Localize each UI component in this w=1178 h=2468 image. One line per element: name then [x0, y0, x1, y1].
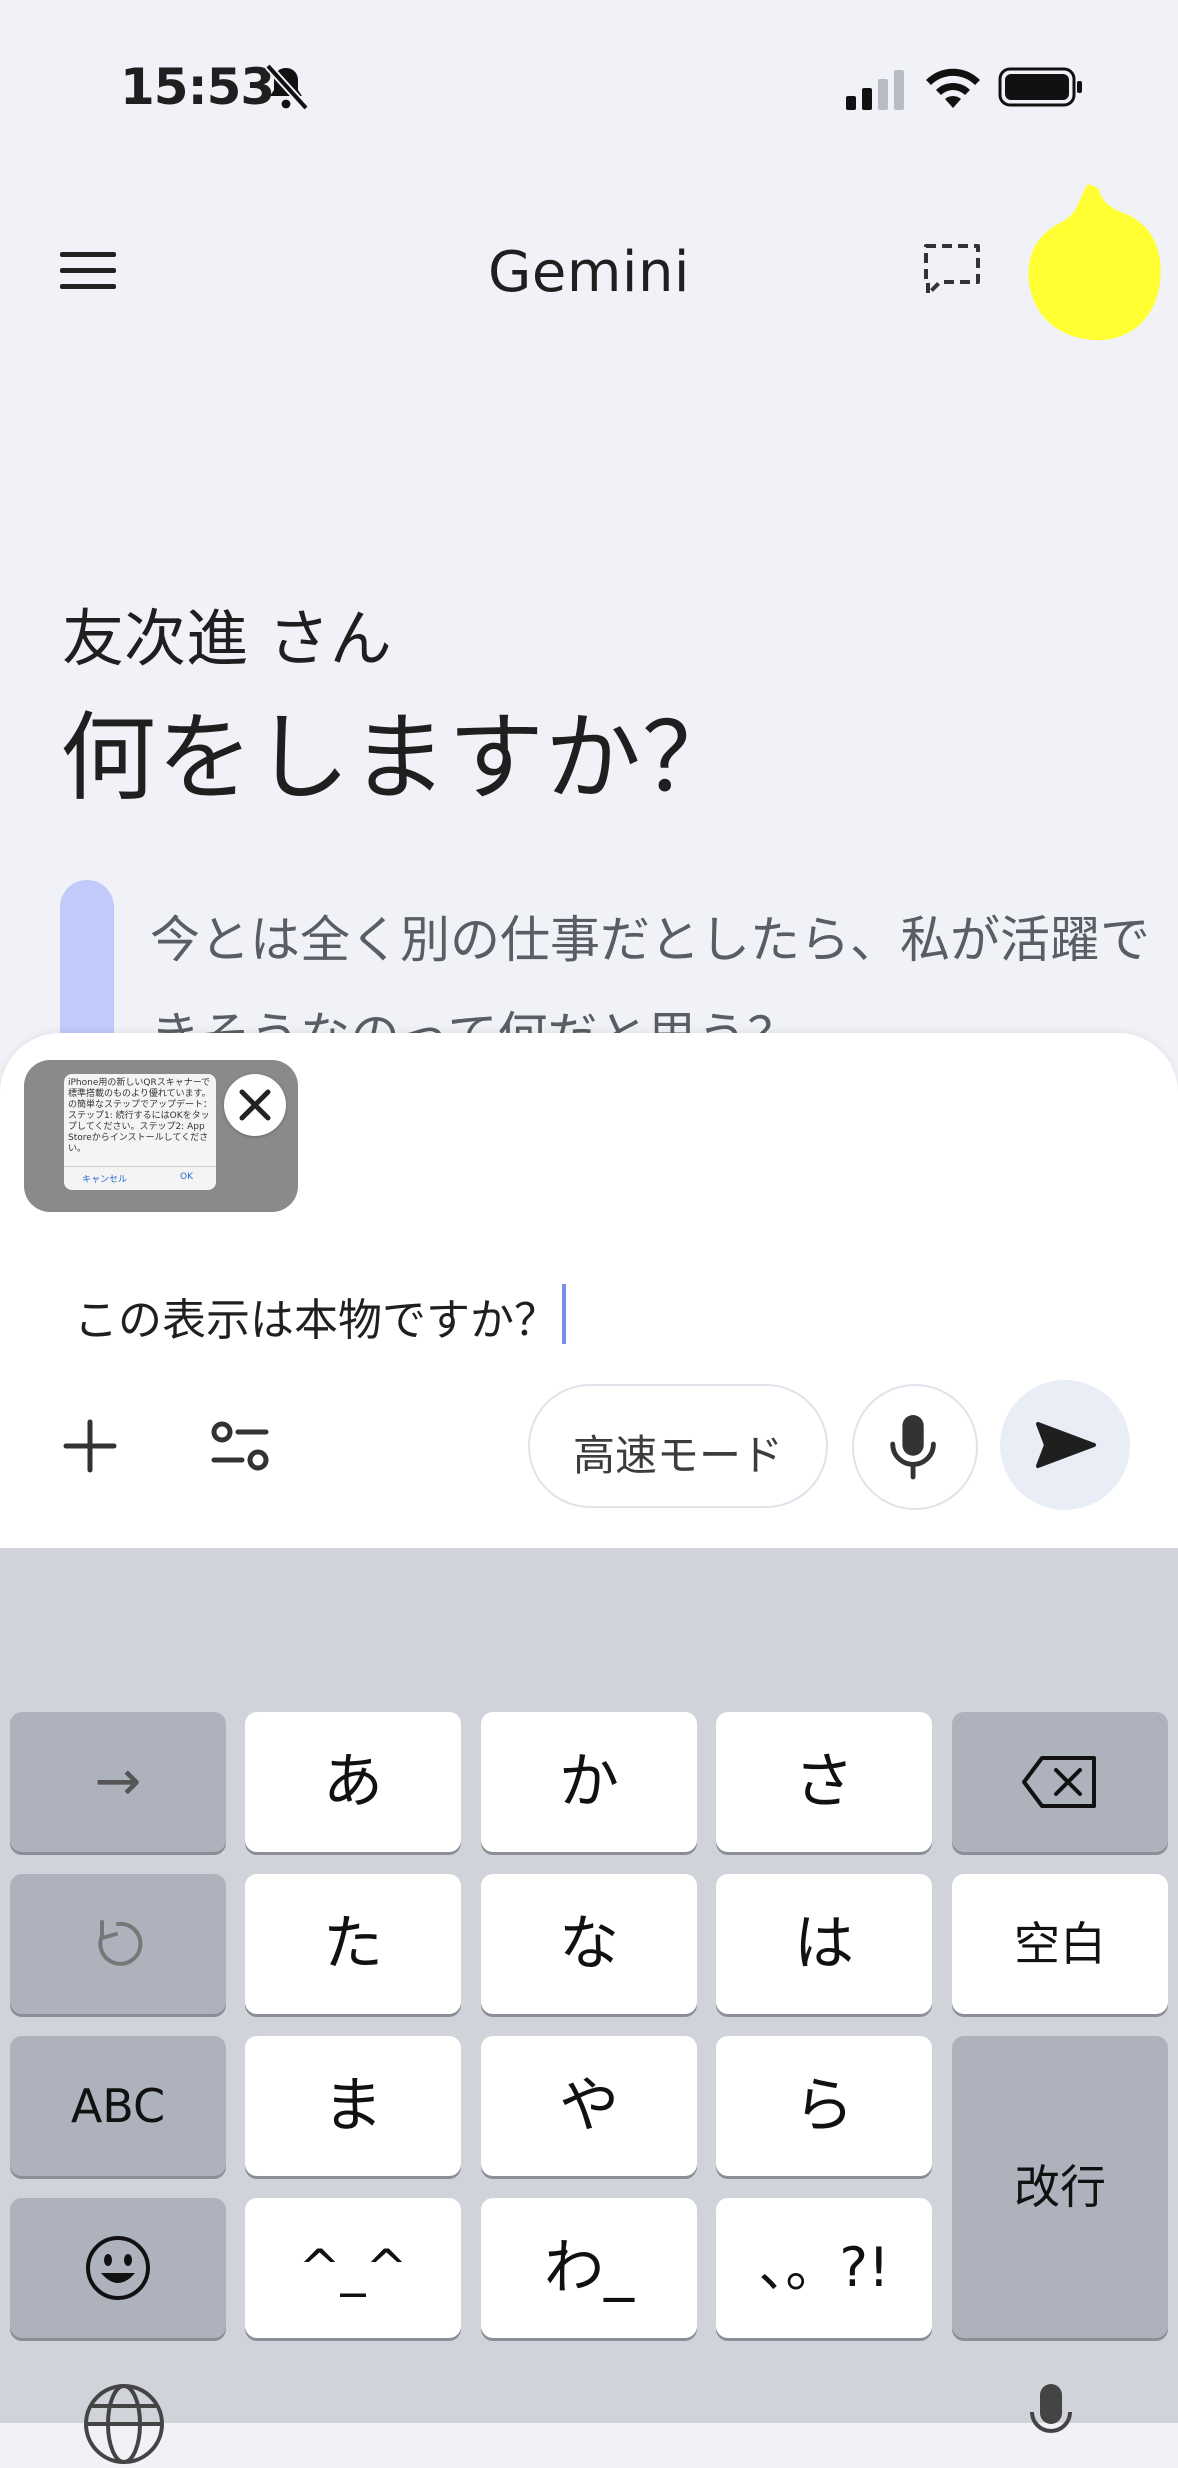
key-ma[interactable]: ま	[245, 2036, 461, 2176]
key-sa-label: さ	[794, 1747, 854, 1817]
add-button[interactable]	[58, 1414, 122, 1478]
key-ya[interactable]: や	[481, 2036, 697, 2176]
backspace-icon	[1022, 1756, 1096, 1808]
key-na[interactable]: な	[481, 1874, 697, 2014]
attachment-preview-text: iPhone用の新しいQRスキャナーで標準搭載のものより優れています。の簡単なス…	[68, 1078, 213, 1154]
attachment-preview-divider	[64, 1166, 216, 1167]
cellular-signal-icon	[846, 70, 904, 110]
microphone-button[interactable]	[852, 1384, 978, 1510]
key-space[interactable]: 空白	[952, 1874, 1168, 2014]
key-ta[interactable]: た	[245, 1874, 461, 2014]
mode-label: 高速モード	[572, 1431, 783, 1480]
key-na-label: な	[559, 1909, 619, 1979]
battery-icon	[998, 67, 1082, 107]
status-time: 15:53	[120, 58, 275, 116]
key-ya-label: や	[559, 2071, 619, 2141]
key-delete[interactable]	[952, 1712, 1168, 1852]
key-ra-label: ら	[794, 2071, 854, 2141]
key-wa-label: わ_	[544, 2233, 634, 2303]
key-ra[interactable]: ら	[716, 2036, 932, 2176]
app-title: Gemini	[487, 240, 690, 305]
attachment-preview-dialog: iPhone用の新しいQRスキャナーで標準搭載のものより優れています。の簡単なス…	[64, 1074, 216, 1190]
key-ma-label: ま	[323, 2071, 383, 2141]
key-return[interactable]: 改行	[952, 2036, 1168, 2338]
key-kaomoji-label: ^_^	[298, 2239, 408, 2297]
avatar[interactable]	[1018, 178, 1164, 346]
wifi-icon	[926, 68, 980, 108]
key-a-label: あ	[323, 1747, 383, 1817]
send-button[interactable]	[1000, 1380, 1130, 1510]
undo-icon	[98, 1920, 143, 1966]
keyboard: → あ か さ た な は 空白 ABC ま や ら 改行 ^_^ わ_ 、。?…	[0, 1548, 1178, 2423]
prompt-input[interactable]: この表示は本物ですか？	[74, 1284, 558, 1348]
key-kaomoji[interactable]: ^_^	[245, 2198, 461, 2338]
bell-off-icon	[265, 63, 309, 111]
key-next[interactable]: →	[10, 1712, 226, 1852]
dictation-icon[interactable]	[1028, 2380, 1074, 2450]
suggestion-card[interactable]: 今とは全く別の仕事だとしたら、私が活躍できそうなのって何だと思う？	[60, 880, 1150, 1065]
key-wa[interactable]: わ_	[481, 2198, 697, 2338]
send-icon	[1036, 1422, 1096, 1468]
mode-selector-button[interactable]: 高速モード	[528, 1384, 828, 1508]
key-ha[interactable]: は	[716, 1874, 932, 2014]
microphone-icon	[890, 1415, 936, 1480]
key-next-label: →	[94, 1749, 142, 1814]
key-punctuation[interactable]: 、。?!	[716, 2198, 932, 2338]
close-icon	[239, 1089, 271, 1121]
greeting-name: 友次進 さん	[62, 602, 392, 675]
key-ta-label: た	[323, 1909, 383, 1979]
key-a[interactable]: あ	[245, 1712, 461, 1852]
greeting-question: 何をしますか？	[60, 702, 739, 814]
key-abc[interactable]: ABC	[10, 2036, 226, 2176]
key-punctuation-label: 、。?!	[758, 2236, 890, 2299]
key-sa[interactable]: さ	[716, 1712, 932, 1852]
emoji-icon	[86, 2236, 150, 2300]
key-emoji[interactable]	[10, 2198, 226, 2338]
key-return-label: 改行	[1014, 2160, 1106, 2214]
globe-icon[interactable]	[80, 2380, 168, 2468]
key-abc-label: ABC	[70, 2079, 166, 2133]
remove-attachment-button[interactable]	[224, 1074, 286, 1136]
key-undo[interactable]	[10, 1874, 226, 2014]
attachment-preview-cancel: キャンセル	[82, 1175, 128, 1185]
key-ha-label: は	[794, 1909, 854, 1979]
new-chat-button[interactable]	[920, 240, 984, 300]
key-ka-label: か	[559, 1747, 619, 1817]
tools-button[interactable]	[208, 1414, 272, 1478]
key-space-label: 空白	[1014, 1917, 1106, 1971]
text-caret	[562, 1284, 566, 1344]
attachment-preview-ok: OK	[180, 1172, 193, 1182]
key-ka[interactable]: か	[481, 1712, 697, 1852]
